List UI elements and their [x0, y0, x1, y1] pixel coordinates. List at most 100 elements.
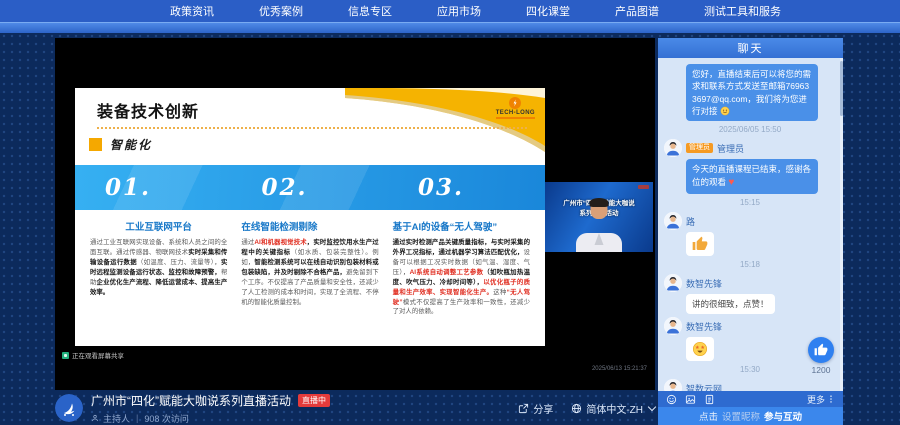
- host-label: 主持人: [103, 412, 130, 425]
- timestamp-watermark: 2025/06/13 15:21:37: [592, 366, 647, 372]
- form-notes-icon[interactable]: [704, 394, 715, 405]
- nav-item-info[interactable]: 信息专区: [348, 3, 392, 19]
- column-2-heading: 在线智能检测剔除: [241, 219, 378, 233]
- top-nav: 政策资讯 优秀案例 信息专区 应用市场 四化课堂 产品图谱 测试工具和服务: [0, 0, 900, 22]
- nav-item-product-map[interactable]: 产品图谱: [615, 3, 659, 19]
- slide-column-3: 基于AI的设备“无人驾驶” 通过实时检测产品关键质量指标，与实时采集的外界工况指…: [393, 219, 530, 342]
- share-button[interactable]: 分享: [518, 401, 553, 416]
- banner-number-2: 02.: [232, 174, 389, 201]
- avatar: [664, 379, 682, 391]
- chat-panel: 聊天 您好，直播结束后可以将您的需求和联系方式发送至邮箱769633697@qq…: [658, 38, 843, 425]
- message-bubble: 今天的直播课程已结束，感谢各位的观看 ♥: [686, 159, 818, 194]
- chat-tab[interactable]: 聊天: [658, 38, 843, 58]
- column-3-heading: 基于AI的设备“无人驾驶”: [393, 219, 530, 233]
- sender-name: 数智先锋: [686, 277, 722, 290]
- tech-long-logo-icon: [509, 97, 521, 109]
- vertical-dots-icon: [827, 394, 835, 404]
- chat-input-hint-bar[interactable]: 点击 设置昵称 参与互动: [658, 407, 843, 425]
- chevron-down-icon: [648, 403, 656, 411]
- screen-share-icon: [62, 352, 69, 359]
- slide-subtitle: 智能化: [110, 136, 152, 153]
- numbers-banner: 01. 02. 03.: [75, 165, 545, 210]
- message-bubble: [686, 337, 714, 361]
- nav-sub-strip: [0, 22, 900, 33]
- avatar: [664, 317, 682, 335]
- nav-item-test-tools[interactable]: 测试工具和服务: [704, 3, 781, 19]
- chat-timestamp: 2025/06/05 15:50: [664, 125, 836, 134]
- tech-long-logo: TECH-LONG: [496, 97, 535, 119]
- chat-toolbar: 更多: [658, 391, 843, 407]
- chat-message: 数智先锋 讲的很细致，点赞！: [664, 274, 836, 314]
- live-badge: 直播中: [298, 394, 330, 407]
- thumbs-up-emoji: [692, 236, 708, 252]
- slide-columns: 工业互联网平台 通过工业互联网实现设备、系统和人员之间的全面互联。通过传感器、物…: [90, 219, 530, 342]
- presenter-body: [576, 233, 622, 252]
- stream-meta: 广州市“四化”赋能大咖说系列直播活动 直播中 主持人 | 908 次访问: [91, 392, 330, 425]
- column-1-body: 通过工业互联网实现设备、系统和人员之间的全面互联。通过传感器、物联网技术实时采集…: [90, 238, 227, 298]
- chat-timestamp: 15:15: [664, 198, 836, 207]
- screen-share-label: 正在观看屏幕共享: [62, 350, 124, 360]
- message-bubble: [686, 232, 714, 256]
- sender-name: 路: [686, 215, 695, 228]
- visit-count: 908 次访问: [144, 412, 189, 425]
- chat-message: 您好，直播结束后可以将您的需求和联系方式发送至邮箱769633697@qq.co…: [664, 64, 836, 121]
- set-nickname-link[interactable]: 设置昵称: [722, 409, 760, 423]
- chat-message: 路: [664, 212, 836, 256]
- slide-title: 装备技术创新: [97, 104, 199, 121]
- presenter-head: [591, 200, 608, 219]
- column-3-body: 通过实时检测产品关键质量指标，与实时采集的外界工况指标，通过机器学习算法匹配优化…: [393, 238, 530, 317]
- presenter-video-pip: 广州市“四化”赋能大咖说 系列直播活动: [545, 176, 653, 258]
- avatar: [664, 212, 682, 230]
- language-selector[interactable]: 简体中文-ZH: [571, 401, 655, 416]
- smile-emoji: [720, 106, 730, 116]
- sender-name: 数智先锋: [686, 320, 722, 333]
- star-struck-emoji: [692, 341, 708, 357]
- thumbs-up-icon: [814, 343, 828, 357]
- chat-message: 智数云网 行业痛点分析得很到位！: [664, 379, 836, 391]
- nav-item-cases[interactable]: 优秀案例: [259, 3, 303, 19]
- stream-title: 广州市“四化”赋能大咖说系列直播活动: [91, 392, 291, 409]
- slide-column-2: 在线智能检测剔除 通过AI和机器视觉技术，实时监控饮用水生产过程中的关键指标（如…: [241, 219, 378, 342]
- nav-item-market[interactable]: 应用市场: [437, 3, 481, 19]
- chat-timestamp: 15:18: [664, 260, 836, 269]
- column-1-heading: 工业互联网平台: [90, 219, 227, 233]
- sender-name: 智数云网: [686, 382, 722, 391]
- nav-item-classroom[interactable]: 四化课堂: [526, 3, 570, 19]
- globe-icon: [571, 403, 582, 414]
- stream-info-bar: 广州市“四化”赋能大咖说系列直播活动 直播中 主持人 | 908 次访问 分享: [55, 391, 655, 425]
- sender-name: 管理员: [717, 142, 744, 155]
- like-count: 1200: [808, 365, 834, 375]
- chat-message: 管理员 管理员 今天的直播课程已结束，感谢各位的观看 ♥: [664, 139, 836, 194]
- avatar: [664, 274, 682, 292]
- video-player[interactable]: TECH-LONG 装备技术创新 智能化 01. 02. 03. 工业互联网平台…: [55, 38, 655, 390]
- column-2-body: 通过AI和机器视觉技术，实时监控饮用水生产过程中的关键指标（如水质、包装完整性）…: [241, 238, 378, 307]
- stream-avatar-emblem: [55, 394, 83, 422]
- person-icon: [91, 414, 99, 422]
- banner-number-3: 03.: [388, 174, 545, 201]
- banner-number-1: 01.: [75, 174, 232, 201]
- chat-message-list: 您好，直播结束后可以将您的需求和联系方式发送至邮箱769633697@qq.co…: [658, 58, 843, 391]
- heart-emoji: ♥: [728, 177, 734, 188]
- more-button[interactable]: 更多: [807, 393, 835, 406]
- avatar: [664, 139, 682, 157]
- orange-square-bullet: [89, 138, 102, 151]
- message-bubble: 您好，直播结束后可以将您的需求和联系方式发送至邮箱769633697@qq.co…: [686, 64, 818, 121]
- slide-column-1: 工业互联网平台 通过工业互联网实现设备、系统和人员之间的全面互联。通过传感器、物…: [90, 219, 227, 342]
- like-widget: 1200: [808, 337, 834, 375]
- emoji-picker-icon[interactable]: [666, 394, 677, 405]
- presenter-backdrop: 广州市“四化”赋能大咖说 系列直播活动: [545, 182, 653, 252]
- share-icon: [518, 403, 529, 414]
- slide-header: 装备技术创新: [97, 98, 527, 129]
- admin-badge: 管理员: [686, 143, 713, 153]
- pip-logo-mark: [638, 185, 649, 189]
- image-upload-icon[interactable]: [685, 394, 696, 405]
- chat-scrollbar[interactable]: [840, 58, 843, 391]
- stream-avatar: [55, 394, 83, 422]
- host-row: 主持人 | 908 次访问: [91, 412, 330, 425]
- like-button[interactable]: [808, 337, 834, 363]
- nav-item-policy[interactable]: 政策资讯: [170, 3, 214, 19]
- tech-long-logo-text: TECH-LONG: [496, 110, 535, 119]
- message-bubble: 讲的很细致，点赞！: [686, 294, 775, 314]
- stream-controls: 分享 简体中文-ZH: [518, 401, 655, 416]
- presentation-slide: TECH-LONG 装备技术创新 智能化 01. 02. 03. 工业互联网平台…: [75, 88, 545, 346]
